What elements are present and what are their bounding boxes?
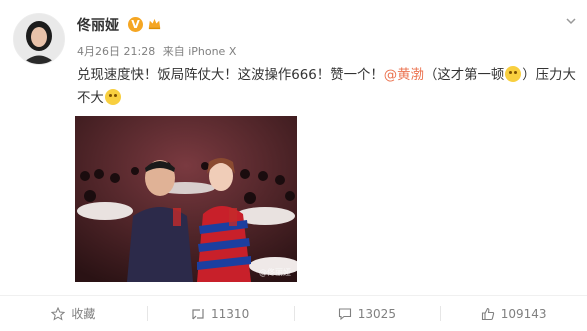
comment-button[interactable]: 13025	[293, 296, 441, 331]
post-text-part: 兑现速度快！饭局阵仗大！这波操作666！赞一个！	[77, 68, 384, 83]
post-image[interactable]: @佟丽娅	[75, 116, 297, 282]
repost-count: 11310	[211, 306, 250, 321]
post-source: 来自 iPhone X	[162, 45, 237, 58]
avatar[interactable]	[13, 13, 65, 65]
post-text: 兑现速度快！饭局阵仗大！这波操作666！赞一个！@黄渤（这才第一顿 ）压力大不大	[77, 64, 577, 110]
comment-icon	[338, 307, 351, 320]
favorite-label: 收藏	[71, 307, 96, 321]
star-icon	[51, 306, 66, 321]
image-watermark: @佟丽娅	[259, 268, 291, 277]
post-time[interactable]: 4月26日 21:28	[77, 45, 155, 58]
like-button[interactable]: 109143	[440, 296, 587, 331]
post-image-illustration	[75, 116, 297, 282]
post-meta: 4月26日 21:28 来自 iPhone X	[77, 43, 240, 59]
repost-button[interactable]: 11310	[146, 296, 294, 331]
verified-badge-icon: V	[128, 17, 143, 32]
mention-link[interactable]: @黄渤	[384, 68, 424, 83]
comment-count: 13025	[357, 306, 396, 321]
repost-icon	[192, 308, 204, 319]
post-text-part: （这才第一顿	[423, 68, 505, 83]
crown-icon	[148, 18, 161, 30]
chevron-down-icon[interactable]	[564, 14, 578, 28]
username[interactable]: 佟丽娅	[77, 15, 119, 35]
action-bar: 收藏 11310 13025 109143	[0, 295, 587, 331]
like-count: 109143	[500, 306, 547, 321]
smirk-emoji-icon	[505, 66, 522, 82]
favorite-button[interactable]: 收藏	[0, 296, 147, 331]
laugh-emoji-icon	[104, 89, 121, 105]
thumbs-up-icon	[481, 307, 494, 320]
